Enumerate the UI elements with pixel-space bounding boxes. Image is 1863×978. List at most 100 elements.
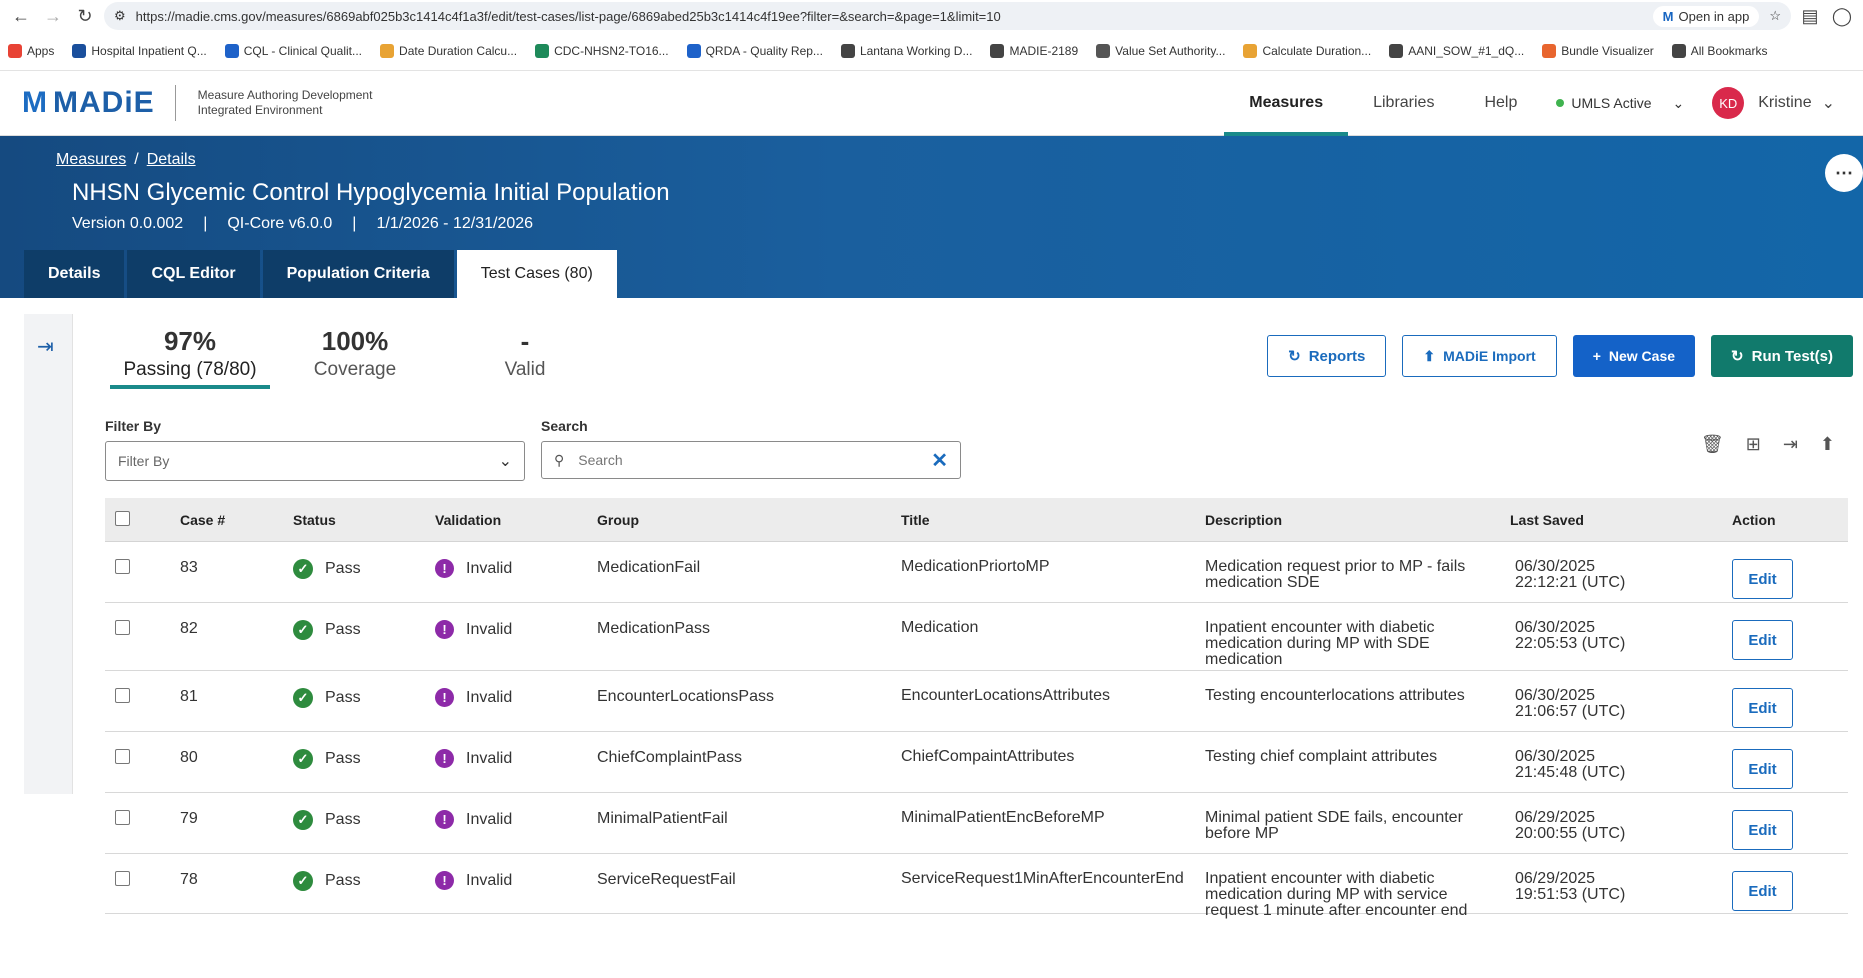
tab-details[interactable]: Details bbox=[24, 250, 125, 298]
back-icon[interactable]: ← bbox=[8, 3, 34, 29]
madie-logo[interactable]: M MADiE Measure Authoring Development In… bbox=[22, 85, 372, 121]
logo-subtitle-line2: Integrated Environment bbox=[197, 103, 323, 117]
chevron-down-icon[interactable]: ⌄ bbox=[1673, 95, 1685, 112]
row-checkbox[interactable] bbox=[115, 749, 130, 764]
side-rail: ⇥ bbox=[24, 314, 73, 794]
umls-status[interactable]: UMLS Active ⌄ bbox=[1542, 71, 1698, 136]
reports-button[interactable]: ↻ Reports bbox=[1267, 335, 1387, 377]
bookmark-item[interactable]: Lantana Working D... bbox=[840, 44, 972, 58]
row-checkbox[interactable] bbox=[115, 871, 130, 886]
bookmark-item[interactable]: Calculate Duration... bbox=[1243, 44, 1371, 58]
stat-passing[interactable]: 97% Passing (78/80) bbox=[110, 326, 270, 389]
address-bar[interactable]: ⚙ https://madie.cms.gov/measures/6869abf… bbox=[104, 2, 1791, 30]
upload-icon[interactable]: ⬆ bbox=[1820, 434, 1835, 455]
bookmark-item[interactable]: QRDA - Quality Rep... bbox=[686, 44, 823, 58]
stats-tabs: 97% Passing (78/80) 100% Coverage - Vali… bbox=[110, 326, 610, 389]
last-saved-cell: 06/30/2025 21:06:57 (UTC) bbox=[1510, 671, 1732, 720]
star-icon[interactable]: ☆ bbox=[1769, 8, 1781, 24]
passing-value: 97% bbox=[163, 326, 217, 356]
add-box-icon[interactable]: ⊞ bbox=[1746, 434, 1761, 455]
more-options-icon[interactable]: ⋯ bbox=[1825, 154, 1863, 192]
description-cell: Minimal patient SDE fails, encounter bef… bbox=[1205, 809, 1463, 842]
row-checkbox[interactable] bbox=[115, 559, 130, 574]
bookmark-item[interactable]: MADIE-2189 bbox=[990, 44, 1078, 58]
tab-search-icon[interactable]: ▤ bbox=[1797, 3, 1823, 29]
saved-date: 06/29/2025 bbox=[1515, 870, 1596, 887]
title-cell: MedicationPriortoMP bbox=[901, 558, 1050, 575]
breadcrumb-details[interactable]: Details bbox=[147, 151, 196, 169]
export-icon[interactable]: ⇥ bbox=[1783, 434, 1798, 455]
clear-icon[interactable]: ✕ bbox=[931, 448, 948, 473]
col-validation[interactable]: Validation bbox=[435, 512, 597, 528]
alert-circle-icon: ! bbox=[435, 749, 454, 768]
nav-measures[interactable]: Measures bbox=[1224, 71, 1349, 136]
run-tests-button[interactable]: ↻ Run Test(s) bbox=[1711, 335, 1853, 377]
meta-divider: | bbox=[203, 215, 208, 232]
nav-libraries[interactable]: Libraries bbox=[1348, 71, 1459, 136]
expand-sidebar-icon[interactable]: ⇥ bbox=[37, 334, 54, 359]
filter-select[interactable]: Filter By ⌄ bbox=[105, 441, 525, 481]
select-all-checkbox[interactable] bbox=[115, 510, 130, 526]
col-status[interactable]: Status bbox=[293, 512, 435, 528]
forward-icon[interactable]: → bbox=[40, 3, 66, 29]
bookmark-item[interactable]: CDC-NHSN2-TO16... bbox=[535, 44, 669, 58]
bookmark-item[interactable]: Apps bbox=[8, 44, 54, 58]
meta-divider: | bbox=[352, 215, 357, 232]
open-in-app-button[interactable]: M Open in app bbox=[1652, 5, 1760, 27]
edit-button[interactable]: Edit bbox=[1732, 871, 1793, 911]
new-case-button[interactable]: + New Case bbox=[1572, 335, 1696, 377]
edit-button[interactable]: Edit bbox=[1732, 688, 1793, 728]
measure-meta: Version 0.0.002 | QI-Core v6.0.0 | 1/1/2… bbox=[72, 215, 533, 233]
search-field[interactable]: ⚲ ✕ bbox=[541, 441, 961, 479]
col-title[interactable]: Title bbox=[901, 512, 1205, 528]
bookmark-item[interactable]: Value Set Authority... bbox=[1096, 44, 1225, 58]
madie-import-button[interactable]: ⬆ MADiE Import bbox=[1402, 335, 1557, 377]
edit-button[interactable]: Edit bbox=[1732, 810, 1793, 850]
bookmark-item[interactable]: All Bookmarks bbox=[1671, 44, 1767, 58]
check-circle-icon: ✓ bbox=[293, 688, 313, 708]
profile-icon[interactable]: ◯ bbox=[1829, 3, 1855, 29]
saved-date: 06/30/2025 bbox=[1515, 558, 1596, 575]
stat-valid[interactable]: - Valid bbox=[440, 326, 610, 389]
edit-button[interactable]: Edit bbox=[1732, 749, 1793, 789]
stat-coverage[interactable]: 100% Coverage bbox=[270, 326, 440, 389]
reload-icon[interactable]: ↻ bbox=[72, 3, 98, 29]
bookmark-item[interactable]: CQL - Clinical Qualit... bbox=[224, 44, 362, 58]
last-saved-cell: 06/29/2025 19:51:53 (UTC) bbox=[1510, 854, 1732, 903]
col-group[interactable]: Group bbox=[597, 512, 901, 528]
bookmark-item[interactable]: Bundle Visualizer bbox=[1542, 44, 1654, 58]
user-name: Kristine bbox=[1758, 94, 1812, 111]
breadcrumb-measures[interactable]: Measures bbox=[56, 151, 126, 169]
edit-button[interactable]: Edit bbox=[1732, 559, 1793, 599]
description-cell: Testing chief complaint attributes bbox=[1205, 748, 1438, 765]
row-checkbox[interactable] bbox=[115, 810, 130, 825]
search-input[interactable] bbox=[578, 452, 918, 468]
bookmark-item[interactable]: Date Duration Calcu... bbox=[380, 44, 517, 58]
validation-text: Invalid bbox=[466, 871, 513, 889]
nav-help[interactable]: Help bbox=[1459, 71, 1542, 136]
row-checkbox[interactable] bbox=[115, 688, 130, 703]
validation-text: Invalid bbox=[466, 559, 513, 577]
tab-population-criteria[interactable]: Population Criteria bbox=[262, 250, 454, 298]
bookmark-icon bbox=[686, 44, 701, 58]
measure-banner: Measures / Details NHSN Glycemic Control… bbox=[0, 136, 1863, 298]
col-last-saved[interactable]: Last Saved bbox=[1510, 512, 1732, 528]
description-cell: Inpatient encounter with diabetic medica… bbox=[1205, 870, 1468, 919]
check-circle-icon: ✓ bbox=[293, 810, 313, 830]
row-checkbox[interactable] bbox=[115, 620, 130, 635]
title-cell: Medication bbox=[901, 619, 979, 636]
bookmark-item[interactable]: Hospital Inpatient Q... bbox=[72, 44, 207, 58]
group-cell: MedicationPass bbox=[597, 620, 710, 637]
avatar[interactable]: KD bbox=[1712, 87, 1745, 119]
bookmark-item[interactable]: AANI_SOW_#1_dQ... bbox=[1389, 44, 1524, 58]
edit-button[interactable]: Edit bbox=[1732, 620, 1793, 660]
bookmark-icon bbox=[990, 44, 1005, 58]
tab-cql-editor[interactable]: CQL Editor bbox=[127, 250, 260, 298]
breadcrumb-separator: / bbox=[134, 151, 139, 168]
site-settings-icon[interactable]: ⚙ bbox=[114, 8, 126, 24]
delete-icon[interactable]: 🗑 bbox=[1701, 434, 1724, 455]
user-menu[interactable]: Kristine ⌄ bbox=[1758, 93, 1841, 113]
tab-test-cases[interactable]: Test Cases (80) bbox=[456, 250, 617, 298]
col-description[interactable]: Description bbox=[1205, 512, 1510, 528]
col-case[interactable]: Case # bbox=[180, 512, 293, 528]
